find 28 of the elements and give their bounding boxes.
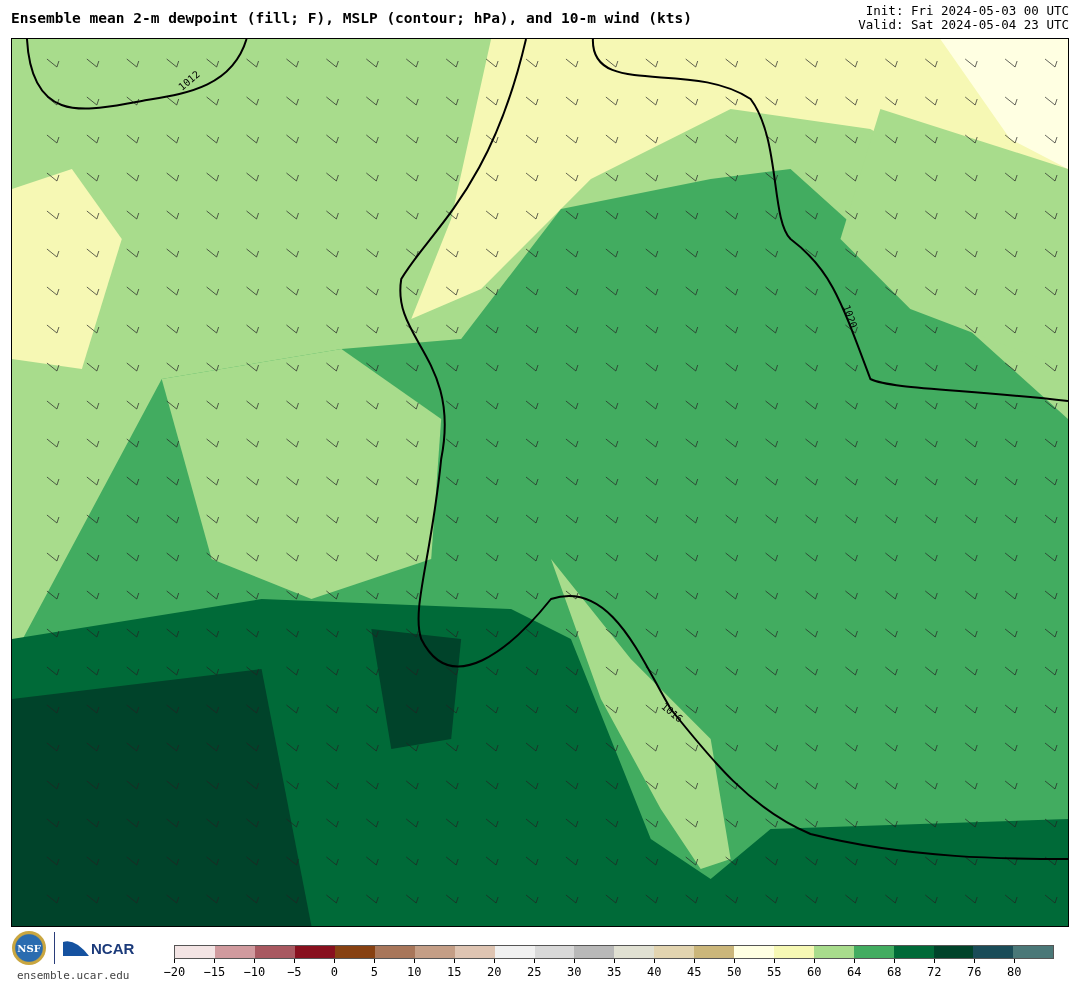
colorbar-tick-label: 40	[647, 965, 662, 979]
colorbar-tick-label: 10	[407, 965, 422, 979]
colorbar-tick-label: 76	[967, 965, 982, 979]
colorbar-tick-label: 25	[527, 965, 542, 979]
colorbar-tick-label: 45	[687, 965, 702, 979]
colorbar-tick-label: 72	[927, 965, 942, 979]
colorbar-tick-label: 15	[447, 965, 462, 979]
chart-title: Ensemble mean 2-m dewpoint (fill; F), MSLP (contour; hPa), and 10-m wind (kts)	[11, 10, 692, 28]
colorbar-tick-label: 5	[370, 965, 378, 979]
colorbar-tick-label: 50	[727, 965, 742, 979]
colorbar-tick-label: 80	[1007, 965, 1022, 979]
colorbar-tick-label: −10	[243, 965, 266, 979]
colorbar-tick-label: 20	[487, 965, 502, 979]
colorbar-tick-label: −5	[287, 965, 302, 979]
colorbar-tick-label: 55	[767, 965, 782, 979]
colorbar-tick-label: 30	[567, 965, 582, 979]
colorbar-tick-label: 35	[607, 965, 622, 979]
nsf-logo: NSF	[12, 931, 46, 965]
ncar-logo: NCAR	[63, 938, 135, 958]
init-time: Init: Fri 2024-05-03 00 UTC	[865, 4, 1069, 18]
valid-time: Valid: Sat 2024-05-04 23 UTC	[858, 18, 1069, 32]
colorbar-tick-label: 60	[807, 965, 822, 979]
colorbar-tick-label: 68	[887, 965, 902, 979]
colorbar-tick-label: −20	[163, 965, 186, 979]
colorbar-tick-label: −15	[203, 965, 226, 979]
colorbar-tick-label: 64	[847, 965, 862, 979]
site-url: ensemble.ucar.edu	[16, 969, 130, 982]
colorbar-tick-label: 0	[330, 965, 338, 979]
